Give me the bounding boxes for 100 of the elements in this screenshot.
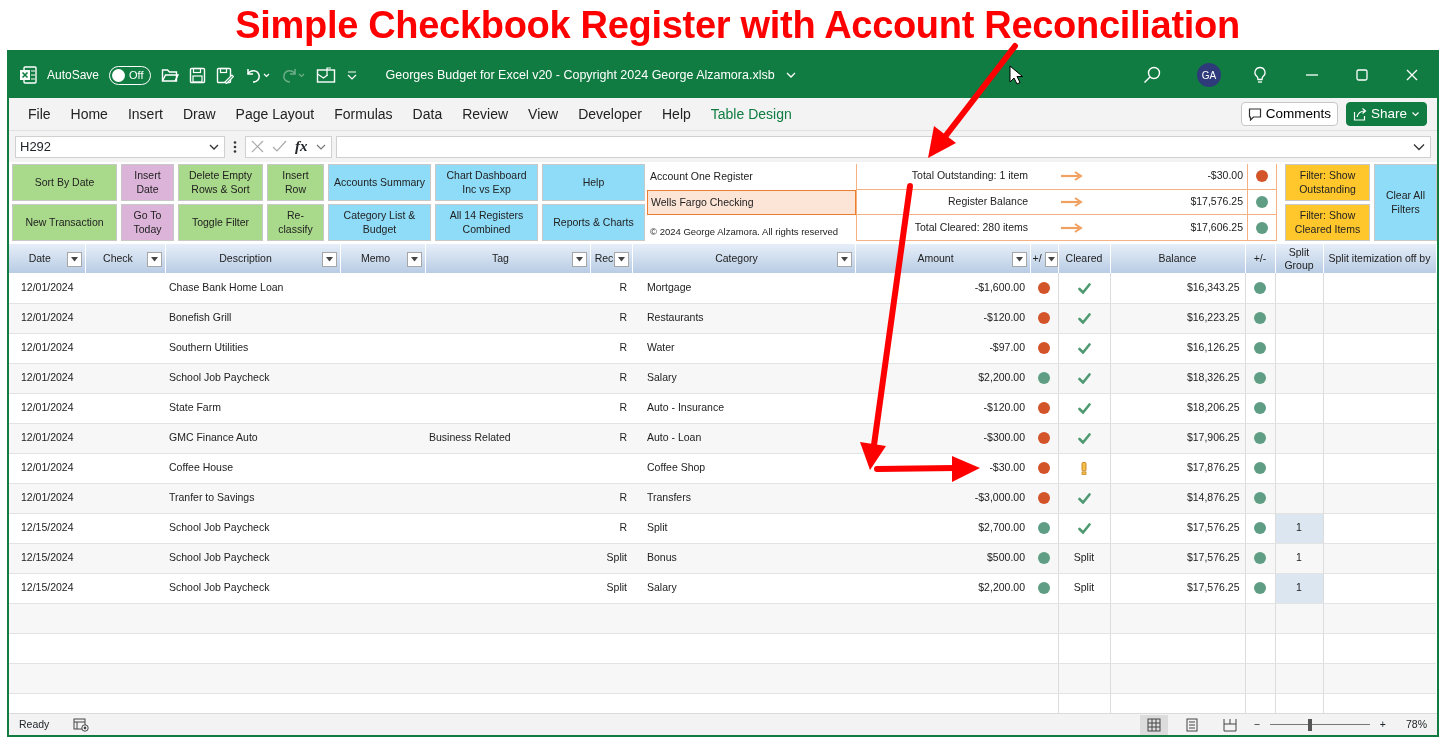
table-cell: 12/01/2024 [9,393,85,423]
table-cell: -$97.00 [855,333,1030,363]
macro-button[interactable]: Help [542,164,645,201]
zoom-slider-thumb[interactable] [1307,718,1312,731]
view-button[interactable] [1139,714,1168,735]
table-cell: R [590,393,632,423]
macro-button[interactable]: Delete Empty Rows & Sort [178,164,263,201]
formula-field[interactable] [335,135,1431,158]
macro-button[interactable]: New Transaction [12,204,117,241]
summary-label: Total Outstanding: 1 item [856,164,1032,190]
save-as-icon[interactable] [215,66,234,84]
table-cell: 1 [1275,573,1323,603]
macro-button[interactable]: Go To Today [121,204,174,241]
name-box[interactable]: H292 [15,135,225,158]
macro-button[interactable]: Insert Date [121,164,174,201]
filter-button[interactable]: Filter: Show Cleared Items [1285,204,1370,241]
close-icon[interactable] [1405,68,1419,82]
window-title: Georges Budget for Excel v20 - Copyright 2024 George Alzamora.xlsb [385,66,775,84]
zoom-out-button[interactable]: − [1253,716,1260,733]
macro-button[interactable]: Reports & Charts [542,204,645,241]
contextual-tab[interactable]: Table Design [710,103,792,125]
envelope-icon[interactable] [315,67,336,83]
column-header: Balance [1158,252,1197,265]
zoom-in-button[interactable]: + [1379,716,1386,733]
table-cell: Tranfer to Savings [165,483,340,513]
filter-dropdown-button[interactable] [66,252,82,267]
filter-button[interactable]: Filter: Show Outstanding [1285,164,1370,201]
macro-button[interactable]: Sort By Date [12,164,117,201]
insert-function-button[interactable]: fx [295,135,308,158]
column-header: Cleared [1065,252,1103,265]
summary-label: Total Cleared: 280 items [856,215,1032,241]
ribbon-tab[interactable]: Page Layout [235,103,315,125]
table-cell: Salary [632,363,855,393]
table-cell: -$3,000.00 [855,483,1030,513]
share-button[interactable]: Share [1345,102,1427,126]
table-cell: 12/15/2024 [9,573,85,603]
filter-dropdown-button[interactable] [146,252,162,267]
filter-dropdown-button[interactable] [613,252,629,267]
macro-recording-icon[interactable] [73,717,90,732]
arrow-right-icon [1060,222,1084,233]
ribbon-tab[interactable]: Review [462,103,509,125]
table-cell: $16,343.25 [1110,273,1245,303]
customize-caret-icon[interactable] [345,69,358,81]
ribbon-tab[interactable]: Formulas [334,103,393,125]
macro-button[interactable]: Accounts Summary [328,164,431,201]
summary-label: Register Balance [856,189,1032,216]
ribbon-tab[interactable]: Draw [182,103,216,125]
macro-button[interactable]: Re-classify [267,204,324,241]
lightbulb-icon[interactable] [1253,66,1267,84]
page-break-view-icon [1222,717,1237,732]
filter-dropdown-button[interactable] [1011,252,1027,267]
column-header: Category [715,252,758,265]
caret-icon[interactable] [784,70,797,80]
table-cell: 12/01/2024 [9,423,85,453]
maximize-icon[interactable] [1355,68,1369,82]
filter-dropdown-button[interactable] [406,252,422,267]
column-header: Rec [594,252,614,265]
table-cell: Salary [632,573,855,603]
table-cell: $17,576.25 [1110,573,1245,603]
clear-filters-button[interactable]: Clear All Filters [1374,164,1437,241]
status-text: Ready [19,716,50,732]
table-cell: $17,876.25 [1110,453,1245,483]
ribbon-tab[interactable]: Home [70,103,108,125]
column-header: Split itemization off by [1328,252,1431,265]
ribbon-tab[interactable]: View [528,103,559,125]
filter-dropdown-button[interactable] [836,252,852,267]
macro-button[interactable]: Toggle Filter [178,204,263,241]
macro-button[interactable]: Chart Dashboard Inc vs Exp [435,164,538,201]
ribbon-tab[interactable]: Insert [127,103,163,125]
filter-dropdown-button[interactable] [571,252,587,267]
column-header: Check [103,252,133,265]
folder-icon[interactable] [160,67,179,83]
expand-caret-icon[interactable] [1413,142,1425,151]
ribbon-tab[interactable]: Developer [578,103,642,125]
macro-button[interactable]: Insert Row [267,164,324,201]
user-avatar[interactable]: GA [1197,63,1221,87]
share-icon [1352,107,1367,121]
table-cell: Split [590,543,632,573]
copyright-text: © 2024 George Alzamora. All rights reserved [649,224,840,239]
table-cell: School Job Paycheck [165,543,340,573]
comments-button[interactable]: Comments [1240,102,1338,126]
table-cell: 1 [1275,543,1323,573]
more-options-icon[interactable] [233,139,237,154]
ribbon-tab[interactable]: Help [662,103,691,125]
table-cell: $17,576.25 [1110,543,1245,573]
enter-check-icon[interactable] [272,140,287,153]
save-icon[interactable] [188,66,206,84]
filter-dropdown-button[interactable] [1044,252,1058,267]
table-cell: R [590,513,632,543]
table-cell: -$120.00 [855,393,1030,423]
macro-button[interactable]: Category List & Budget [328,204,431,241]
table-cell: Business Related [425,423,590,453]
excel-logo-icon[interactable] [19,66,37,84]
filter-dropdown-button[interactable] [321,252,337,267]
ribbon-tab[interactable]: Data [412,103,443,125]
ribbon-tab[interactable]: File [28,103,51,125]
caret-icon [70,257,78,262]
macro-button[interactable]: All 14 Registers Combined [435,204,538,241]
search-icon[interactable] [1143,66,1161,84]
check-icon [1077,402,1091,414]
